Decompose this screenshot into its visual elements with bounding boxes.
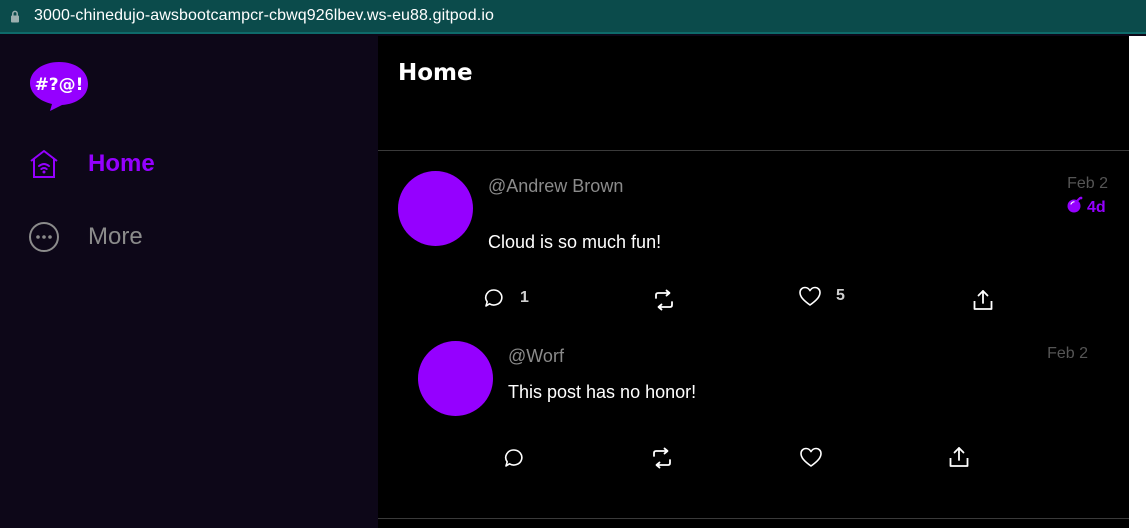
- expires-badge: 4d: [1066, 196, 1106, 219]
- avatar[interactable]: [398, 171, 473, 246]
- reply-icon: [502, 446, 526, 470]
- like-button[interactable]: 5: [798, 284, 845, 308]
- activity-handle[interactable]: @Worf: [508, 346, 564, 367]
- scrollbar[interactable]: [1129, 36, 1146, 528]
- home-icon: [28, 148, 60, 180]
- divider: [378, 518, 1129, 519]
- reply-icon: [482, 286, 506, 310]
- sidebar-item-label: Home: [88, 150, 155, 177]
- activity-handle[interactable]: @Andrew Brown: [488, 176, 623, 197]
- repost-button[interactable]: [650, 446, 674, 470]
- lock-icon: [4, 0, 26, 33]
- sidebar: #?@! Home More: [0, 36, 378, 528]
- reply-button[interactable]: [502, 446, 526, 470]
- repost-button[interactable]: [652, 288, 676, 312]
- activity-message: This post has no honor!: [508, 382, 697, 402]
- reply-button[interactable]: 1: [482, 286, 529, 310]
- browser-url-bar[interactable]: 3000-chinedujo-awsbootcampcr-cbwq926lbev…: [0, 0, 1146, 34]
- share-icon: [971, 288, 995, 312]
- activity-message: Cloud is so much fun!: [488, 232, 662, 252]
- share-button[interactable]: [971, 288, 995, 312]
- heart-icon: [798, 284, 822, 308]
- bomb-icon: [1066, 196, 1084, 219]
- like-button[interactable]: [799, 445, 823, 469]
- heart-icon: [799, 445, 823, 469]
- main-feed: Home @Andrew Brown Feb 2 4d Cloud is so …: [378, 36, 1129, 528]
- divider: [378, 150, 1129, 151]
- repost-icon: [652, 288, 676, 312]
- like-count: 5: [836, 287, 845, 304]
- avatar[interactable]: [418, 341, 493, 416]
- repost-icon: [650, 446, 674, 470]
- reply-count: 1: [520, 289, 529, 306]
- sidebar-item-more[interactable]: More: [28, 217, 143, 257]
- activity-date: Feb 2: [1067, 175, 1108, 192]
- page-title: Home: [398, 60, 473, 86]
- sidebar-item-home[interactable]: Home: [28, 144, 155, 184]
- share-icon: [947, 445, 971, 469]
- url-text[interactable]: 3000-chinedujo-awsbootcampcr-cbwq926lbev…: [34, 7, 494, 25]
- sidebar-item-label: More: [88, 223, 143, 250]
- logo[interactable]: #?@!: [28, 60, 90, 112]
- share-button[interactable]: [947, 445, 971, 469]
- expires-text: 4d: [1087, 198, 1106, 216]
- activity-date: Feb 2: [1047, 345, 1088, 362]
- logo-text: #?@!: [35, 75, 84, 95]
- more-icon: [28, 221, 60, 253]
